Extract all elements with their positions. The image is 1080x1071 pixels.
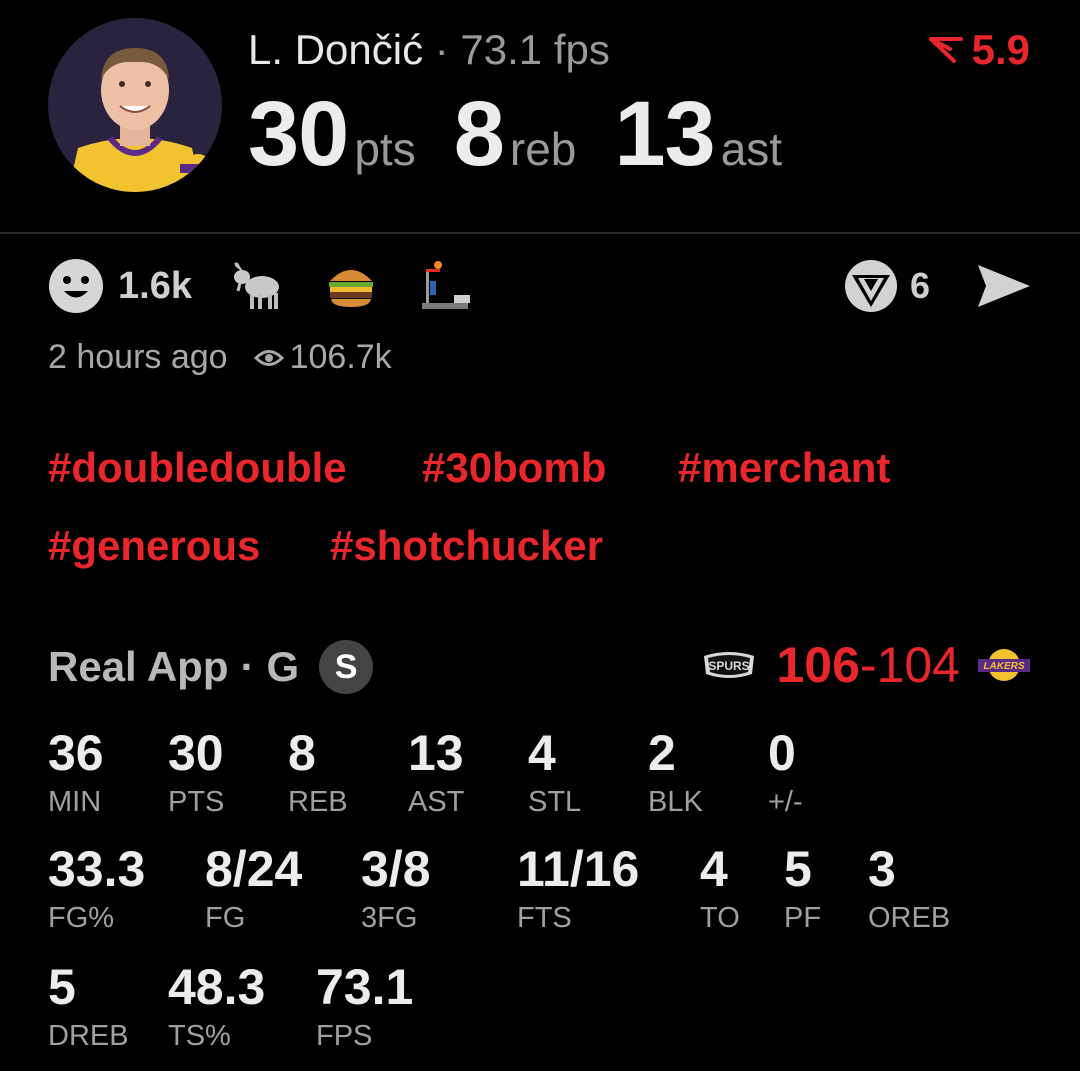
stat-value: 30	[168, 725, 224, 781]
stat-value: 3	[868, 841, 896, 897]
reb-value: 8	[453, 83, 505, 185]
send-icon[interactable]	[976, 263, 1032, 309]
player-header: L. Dončić · 73.1 fps	[248, 26, 610, 74]
stat-label: PTS	[168, 786, 225, 818]
stat-label: FG%	[48, 902, 115, 934]
stat-value: 5	[48, 959, 76, 1015]
rating-value: 5.9	[971, 26, 1030, 73]
stat-value: 0	[768, 725, 796, 781]
post-meta: 2 hours ago 106.7k	[48, 338, 392, 377]
timestamp: 2 hours ago	[48, 338, 228, 376]
hashtag[interactable]: #shotchucker	[330, 522, 603, 570]
stat-value: 8	[288, 725, 316, 781]
separator: ·	[240, 643, 255, 690]
stat-label: FTS	[517, 902, 572, 934]
comment-icon[interactable]	[844, 259, 898, 313]
separator: ·	[434, 26, 449, 73]
stat-label: FG	[205, 902, 246, 934]
hashtag[interactable]: #merchant	[678, 444, 890, 492]
stat-value: 4	[700, 841, 728, 897]
comment-count: 6	[909, 265, 930, 306]
pts-value: 30	[248, 83, 349, 185]
stat-label: TO	[700, 902, 740, 934]
stat-label: AST	[408, 786, 465, 818]
stat-value: 3/8	[361, 841, 431, 897]
stat-value: 11/16	[517, 841, 640, 897]
stat-label: DREB	[48, 1020, 129, 1052]
game-score[interactable]: SPURS 106-104 LAKERS	[700, 636, 1032, 694]
stat-value: 73.1	[316, 959, 414, 1015]
game-info: Real App · G S	[48, 640, 374, 694]
stat-label: OREB	[868, 902, 951, 934]
stat-label: MIN	[48, 786, 102, 818]
ast-value: 13	[614, 83, 715, 185]
stat-value: 36	[48, 725, 104, 781]
fps-value: 73.1 fps	[460, 26, 610, 73]
divider	[0, 232, 1080, 234]
lakers-logo-icon: LAKERS	[976, 645, 1032, 685]
ast-unit: ast	[720, 123, 783, 175]
stat-value: 2	[648, 725, 676, 781]
eye-icon	[253, 349, 284, 366]
score-dash: -	[859, 637, 877, 693]
reb-unit: reb	[509, 123, 577, 175]
stat-value: 4	[528, 725, 556, 781]
lakers-logo-text: LAKERS	[983, 661, 1024, 672]
position-label: G	[266, 643, 300, 690]
stat-value: 5	[784, 841, 812, 897]
spurs-logo-icon: SPURS	[700, 648, 758, 682]
stat-label: BLK	[648, 786, 703, 818]
stat-label: FPS	[316, 1020, 373, 1052]
down-pennant-icon	[928, 37, 963, 63]
stat-value: 8/24	[205, 841, 303, 897]
stat-value: 48.3	[168, 959, 266, 1015]
stat-label: REB	[288, 786, 348, 818]
stat-label: TS%	[168, 1020, 231, 1052]
source-label: Real App	[48, 643, 229, 690]
stat-value: 13	[408, 725, 464, 781]
goat-emoji-icon[interactable]	[230, 257, 284, 316]
reaction-bar: 1.6k	[48, 256, 512, 316]
pts-unit: pts	[354, 123, 416, 175]
rating-score[interactable]: 5.9	[928, 26, 1030, 74]
stat-label: +/-	[768, 786, 803, 818]
hashtag[interactable]: #30bomb	[422, 444, 606, 492]
reaction-count: 1.6k	[118, 264, 192, 307]
view-count: 106.7k	[253, 338, 392, 377]
away-score: 104	[876, 637, 960, 693]
player-name[interactable]: L. Dončić	[248, 26, 423, 73]
headline-stats: 30 pts 8 reb 13 ast	[248, 82, 820, 187]
burger-emoji-icon[interactable]	[324, 257, 378, 316]
views-value: 106.7k	[289, 338, 392, 376]
hashtag[interactable]: #generous	[48, 522, 260, 570]
post-actions: 6	[844, 256, 1032, 316]
stat-value: 33.3	[48, 841, 146, 897]
starter-badge: S	[319, 640, 374, 694]
dunk-emoji-icon[interactable]	[418, 257, 472, 316]
smiley-icon[interactable]	[48, 258, 104, 314]
stat-label: 3FG	[361, 902, 418, 934]
stat-label: STL	[528, 786, 582, 818]
spurs-logo-text: SPURS	[709, 659, 750, 673]
stat-label: PF	[784, 902, 822, 934]
hashtag[interactable]: #doubledouble	[48, 444, 347, 492]
player-avatar[interactable]	[48, 18, 222, 192]
home-score: 106	[776, 637, 860, 693]
